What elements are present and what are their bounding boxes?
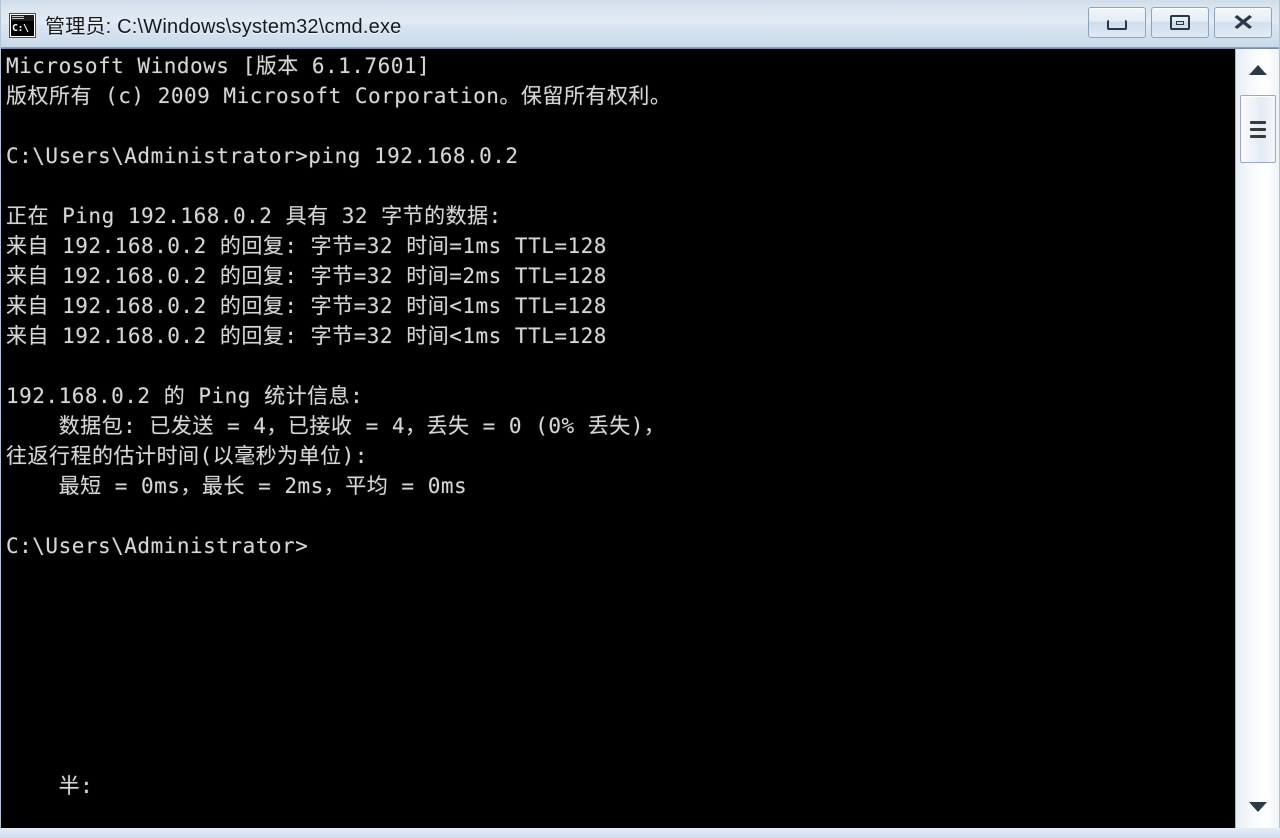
console-line: 数据包: 已发送 = 4，已接收 = 4，丢失 = 0 (0% 丢失)， [6, 414, 666, 438]
console-area[interactable]: Microsoft Windows [版本 6.1.7601] 版权所有 (c) … [1, 49, 1279, 828]
cmd-icon[interactable]: C:\ [9, 12, 36, 38]
scroll-down-arrow-icon [1249, 802, 1267, 812]
console-output[interactable]: Microsoft Windows [版本 6.1.7601] 版权所有 (c) … [6, 49, 1233, 828]
close-button[interactable]: ✕ [1214, 7, 1272, 38]
console-line: 来自 192.168.0.2 的回复: 字节=32 时间=1ms TTL=128 [6, 234, 607, 258]
window-controls: ✕ [1088, 7, 1272, 38]
screen: C:\ 管理员: C:\Windows\system32\cmd.exe ✕ M… [0, 0, 1280, 838]
minimize-icon [1107, 19, 1127, 30]
console-line: 最短 = 0ms，最长 = 2ms，平均 = 0ms [6, 474, 468, 498]
console-line: 来自 192.168.0.2 的回复: 字节=32 时间=2ms TTL=128 [6, 264, 607, 288]
restore-icon [1170, 15, 1190, 30]
console-line: 来自 192.168.0.2 的回复: 字节=32 时间<1ms TTL=128 [6, 324, 607, 348]
console-line: 半: [6, 774, 94, 798]
cmd-window: C:\ 管理员: C:\Windows\system32\cmd.exe ✕ M… [0, 0, 1280, 828]
console-line: Microsoft Windows [版本 6.1.7601] [6, 54, 431, 78]
console-line: C:\Users\Administrator> [6, 534, 309, 558]
scrollbar-grip-icon [1250, 117, 1266, 142]
window-title: 管理员: C:\Windows\system32\cmd.exe [45, 15, 402, 38]
console-line: 来自 192.168.0.2 的回复: 字节=32 时间<1ms TTL=128 [6, 294, 607, 318]
console-line: 192.168.0.2 的 Ping 统计信息: [6, 384, 364, 408]
scroll-up-button[interactable] [1239, 51, 1277, 89]
console-scrollbar[interactable] [1235, 49, 1279, 828]
scroll-up-arrow-icon [1249, 65, 1267, 75]
maximize-restore-button[interactable] [1151, 7, 1209, 38]
cmd-icon-text: C:\ [11, 20, 34, 36]
close-icon: ✕ [1231, 9, 1255, 35]
scroll-down-button[interactable] [1239, 788, 1277, 826]
console-line: C:\Users\Administrator>ping 192.168.0.2 [6, 144, 519, 168]
console-line: 正在 Ping 192.168.0.2 具有 32 字节的数据: [6, 204, 502, 228]
console-line: 往返行程的估计时间(以毫秒为单位): [6, 444, 368, 468]
scrollbar-thumb[interactable] [1240, 95, 1276, 163]
title-bar[interactable]: C:\ 管理员: C:\Windows\system32\cmd.exe ✕ [1, 0, 1279, 49]
desktop-background-strip [0, 828, 1280, 838]
minimize-button[interactable] [1088, 7, 1146, 38]
console-line: 版权所有 (c) 2009 Microsoft Corporation。保留所有… [6, 84, 672, 108]
